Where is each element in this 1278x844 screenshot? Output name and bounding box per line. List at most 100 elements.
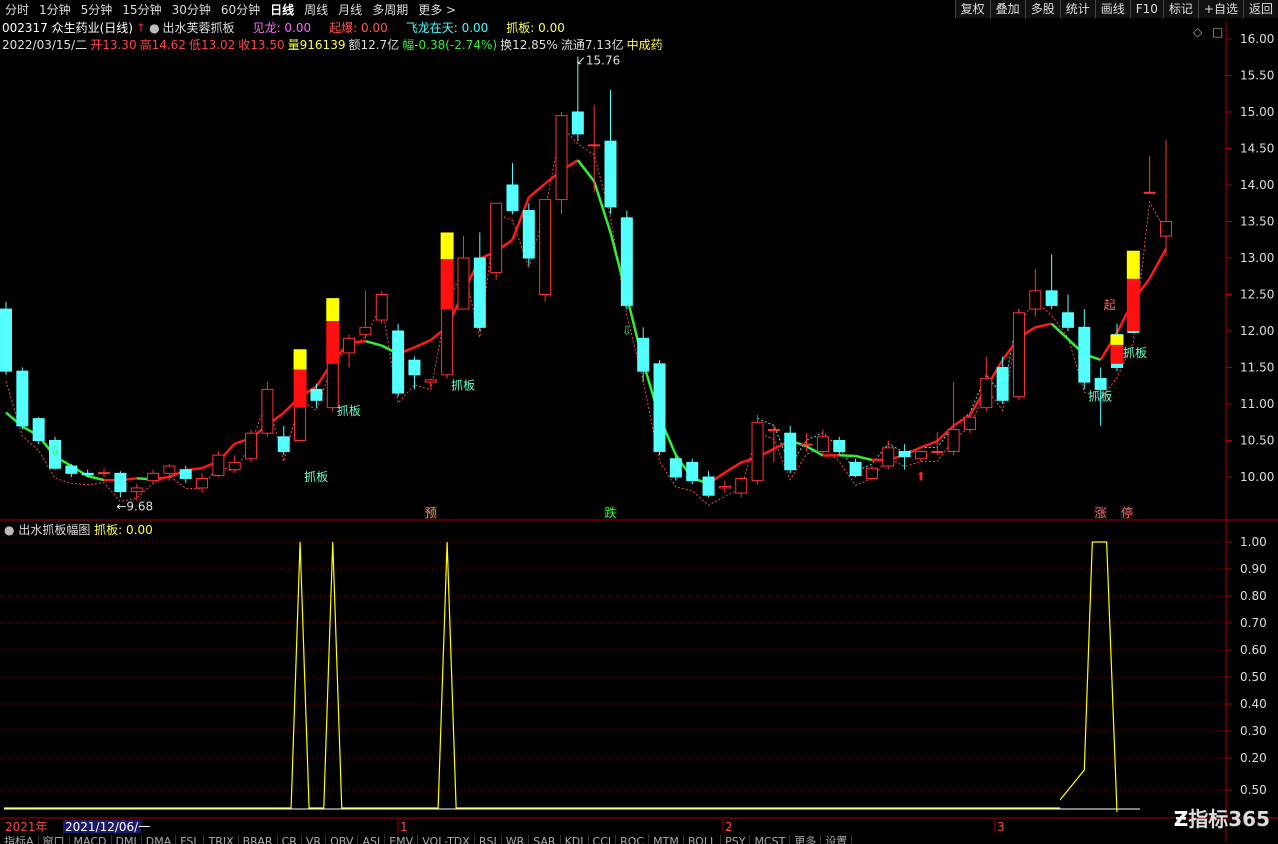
candle-body bbox=[246, 433, 257, 459]
down-arrow-icon: ⇩ bbox=[622, 324, 632, 338]
tab-18[interactable]: CCI bbox=[589, 835, 617, 844]
ma-long-line bbox=[6, 126, 1166, 506]
candle-body bbox=[1062, 313, 1073, 328]
candle-body bbox=[376, 295, 387, 321]
window-toggle-icon: □ bbox=[1212, 25, 1223, 39]
zhuaban-red-box bbox=[326, 321, 339, 364]
sub-axis-label: 0.40 bbox=[1240, 697, 1267, 711]
price-axis-label: 12.50 bbox=[1240, 288, 1274, 302]
zhuaban-red-box bbox=[1127, 279, 1140, 331]
tab-20[interactable]: MTM bbox=[649, 835, 684, 844]
tab-3[interactable]: DMI bbox=[112, 835, 142, 844]
tab-16[interactable]: SAR bbox=[529, 835, 560, 844]
zhuaban-signal-line bbox=[4, 542, 1060, 808]
candle-body bbox=[670, 459, 681, 477]
candle-body bbox=[213, 455, 224, 475]
candle-body bbox=[540, 200, 551, 295]
settings-diamond-icon: ◇ bbox=[1193, 25, 1203, 39]
sub-axis-label: 0.60 bbox=[1240, 643, 1267, 657]
tab-4[interactable]: DMA bbox=[142, 835, 177, 844]
candle-body bbox=[752, 422, 763, 480]
ma-trend-segment bbox=[529, 184, 545, 198]
candle-body bbox=[801, 444, 812, 445]
kline-chart[interactable]: 16.0015.5015.0014.5014.0013.5013.0012.50… bbox=[0, 0, 1278, 842]
ting-tag: 停 bbox=[1121, 505, 1133, 520]
ma-trend-segment bbox=[88, 476, 104, 480]
sub-panel-title[interactable]: 出水抓板幅图 bbox=[18, 523, 90, 537]
tab-10[interactable]: OBV bbox=[326, 835, 358, 844]
yu-tag: 预 bbox=[425, 506, 437, 520]
tab-0[interactable]: 指标A bbox=[0, 835, 39, 844]
candle-body bbox=[964, 417, 975, 429]
tab-12[interactable]: EMV bbox=[385, 835, 418, 844]
candle-body bbox=[654, 364, 665, 452]
zhuaban-red-box bbox=[294, 370, 307, 408]
tab-8[interactable]: CR bbox=[278, 835, 302, 844]
candle-body bbox=[197, 478, 208, 487]
zhuaban-red-box bbox=[441, 259, 454, 309]
zhuaban-yellow-box bbox=[1110, 335, 1123, 345]
sub-axis-label: 0.30 bbox=[1240, 724, 1267, 738]
candle-body bbox=[99, 473, 110, 474]
tab-23[interactable]: MCST bbox=[750, 835, 790, 844]
candle-body bbox=[638, 338, 649, 371]
price-axis-label: 15.50 bbox=[1240, 69, 1274, 83]
indicator-tabs: 指标A窗口MACDDMIDMAFSLTRIXBRARCRVROBVASIEMVV… bbox=[0, 835, 852, 844]
tab-19[interactable]: ROC bbox=[616, 835, 649, 844]
candle-body bbox=[1, 309, 12, 371]
zhuaban-label: 抓板 bbox=[1123, 346, 1147, 360]
tab-13[interactable]: VOL-TDX bbox=[418, 835, 475, 844]
sub-axis-label: 0.50 bbox=[1240, 783, 1267, 797]
tab-22[interactable]: PSY bbox=[721, 835, 750, 844]
brand-icon: Ƶ bbox=[1174, 807, 1189, 831]
brand-logo: Ƶ指标365 bbox=[1174, 803, 1270, 832]
tab-15[interactable]: WR bbox=[502, 835, 530, 844]
tab-7[interactable]: BRAR bbox=[239, 835, 278, 844]
candle-body bbox=[932, 451, 943, 452]
candle-body bbox=[785, 433, 796, 470]
candle-body bbox=[409, 360, 420, 375]
tab-17[interactable]: KDJ bbox=[561, 835, 589, 844]
price-axis-label: 10.00 bbox=[1240, 470, 1274, 484]
tab-21[interactable]: BOLL bbox=[684, 835, 721, 844]
candle-body bbox=[883, 448, 894, 466]
sub-settings-icon[interactable]: ● bbox=[4, 523, 14, 537]
price-axis-label: 13.00 bbox=[1240, 251, 1274, 265]
candle-body bbox=[1161, 222, 1172, 237]
tab-11[interactable]: ASI bbox=[358, 835, 385, 844]
price-axis-label: 15.00 bbox=[1240, 105, 1274, 119]
candle-body bbox=[981, 378, 992, 407]
ma-trend-segment bbox=[414, 340, 430, 347]
candle-body bbox=[131, 488, 142, 492]
tab-24[interactable]: 更多 bbox=[790, 835, 821, 844]
candle-body bbox=[1095, 378, 1106, 389]
candle-body bbox=[687, 462, 698, 480]
tab-5[interactable]: FSL bbox=[176, 835, 204, 844]
zhuaban-yellow-box bbox=[441, 232, 454, 259]
sub-axis-label: 1.00 bbox=[1240, 535, 1267, 549]
price-axis-label: 16.00 bbox=[1240, 32, 1274, 46]
candle-body bbox=[523, 211, 534, 258]
candle-body bbox=[262, 389, 273, 433]
price-axis-label: 14.00 bbox=[1240, 178, 1274, 192]
candle-body bbox=[572, 112, 583, 134]
candle-body bbox=[278, 437, 289, 452]
tab-2[interactable]: MACD bbox=[70, 835, 112, 844]
price-axis-label: 11.50 bbox=[1240, 361, 1274, 375]
tab-6[interactable]: TRIX bbox=[204, 835, 238, 844]
tab-9[interactable]: VR bbox=[302, 835, 326, 844]
tab-14[interactable]: RSI bbox=[475, 835, 502, 844]
tab-25[interactable]: 设置 bbox=[821, 835, 852, 844]
candle-body bbox=[344, 338, 355, 353]
sub-axis-label: 0.70 bbox=[1240, 616, 1267, 630]
tab-1[interactable]: 窗口 bbox=[39, 835, 70, 844]
ma-trend-segment bbox=[365, 341, 381, 345]
candle-body bbox=[507, 185, 518, 211]
candle-body bbox=[17, 371, 28, 426]
sub-axis-label: 0.50 bbox=[1240, 670, 1267, 684]
down-arrow-icon: ⇩ bbox=[50, 444, 60, 458]
candle-body bbox=[605, 141, 616, 207]
zhang-tag: 涨 bbox=[1095, 505, 1107, 520]
price-axis-label: 12.00 bbox=[1240, 324, 1274, 338]
zhuaban-red-box bbox=[1110, 345, 1123, 364]
